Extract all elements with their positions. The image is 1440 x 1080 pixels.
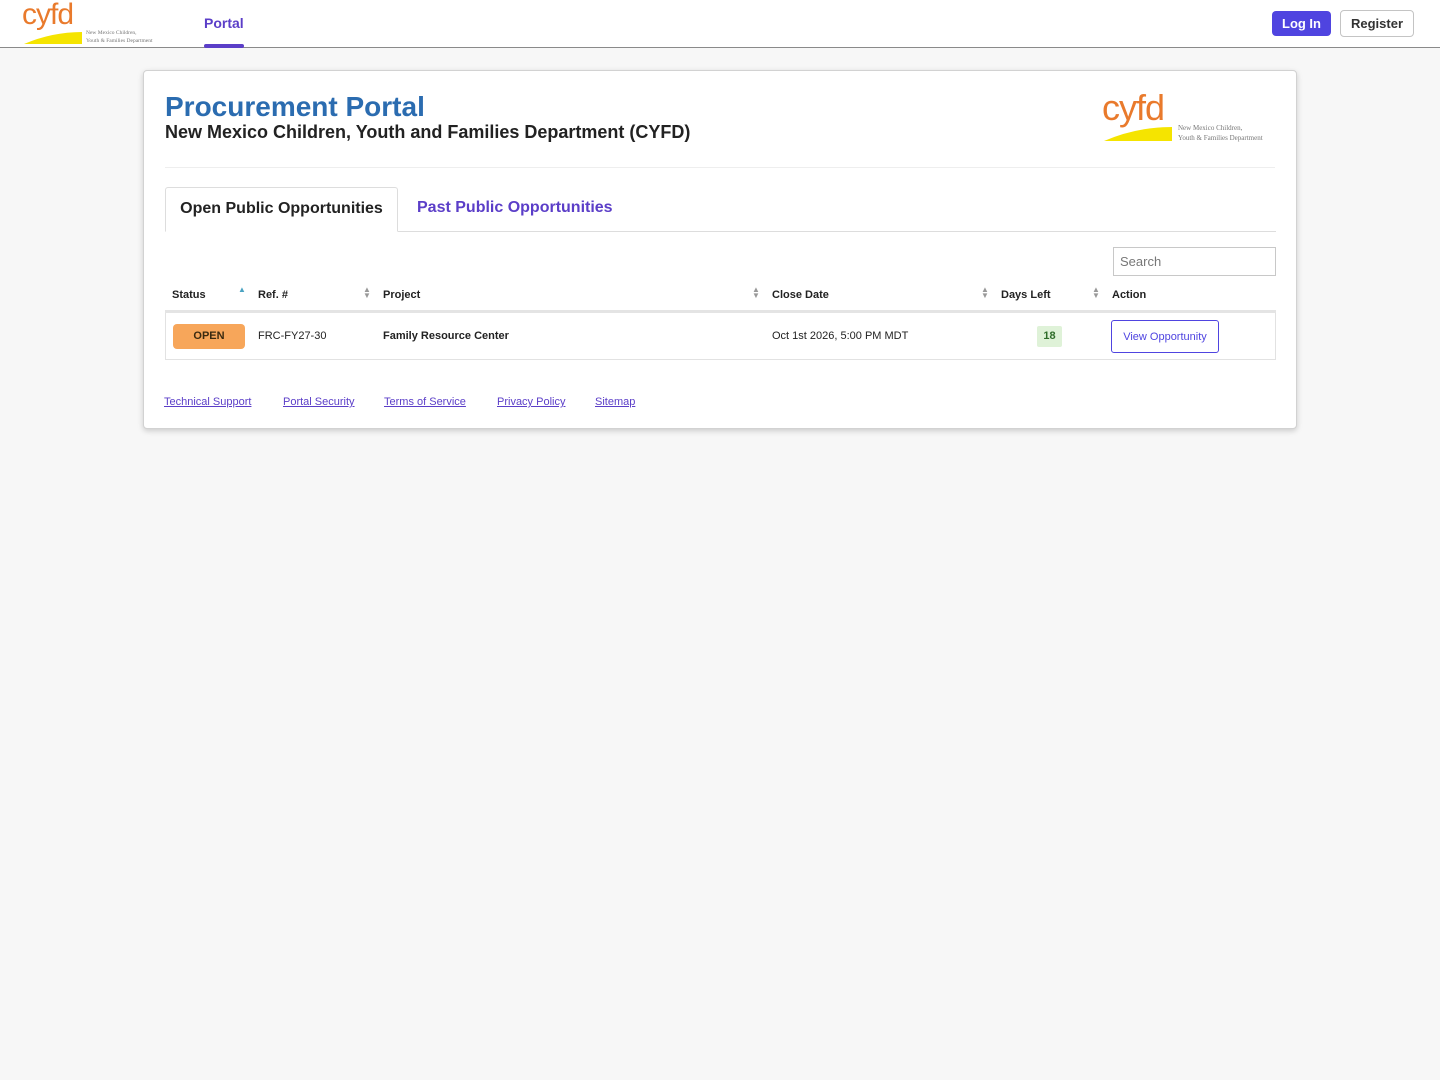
- tab-open-opportunities[interactable]: Open Public Opportunities: [165, 187, 398, 232]
- close-date-cell: Oct 1st 2026, 5:00 PM MDT: [772, 330, 909, 342]
- nav-portal-link[interactable]: Portal: [204, 15, 244, 31]
- sort-close-date-icon[interactable]: ▲ ▼: [981, 286, 989, 300]
- sort-project-icon[interactable]: ▲ ▼: [752, 286, 760, 300]
- sort-days-left-icon[interactable]: ▲ ▼: [1092, 286, 1100, 300]
- column-header-days-left[interactable]: Days Left: [1001, 289, 1051, 301]
- nav-active-indicator: [204, 44, 244, 48]
- page-subtitle: New Mexico Children, Youth and Families …: [165, 122, 691, 142]
- logo-tagline-line2: Youth & Families Department: [86, 38, 153, 44]
- project-name-cell: Family Resource Center: [383, 330, 509, 342]
- logo-tagline: New Mexico Children, Youth & Families De…: [86, 29, 153, 45]
- column-header-ref[interactable]: Ref. #: [258, 289, 288, 301]
- portal-card: Procurement Portal New Mexico Children, …: [143, 70, 1297, 429]
- logo-swoosh-large-icon: [1104, 127, 1172, 141]
- footer-link-sitemap[interactable]: Sitemap: [595, 396, 635, 408]
- logo-tagline-large-line2: Youth & Families Department: [1178, 134, 1263, 142]
- login-button[interactable]: Log In: [1272, 11, 1331, 36]
- footer-link-privacy-policy[interactable]: Privacy Policy: [497, 396, 565, 408]
- register-button[interactable]: Register: [1340, 10, 1414, 37]
- footer-link-terms-of-service[interactable]: Terms of Service: [384, 396, 466, 408]
- logo-tagline-large: New Mexico Children, Youth & Families De…: [1178, 123, 1263, 143]
- logo-wordmark: cyfd: [22, 0, 74, 31]
- ref-number-cell: FRC-FY27-30: [258, 330, 327, 342]
- column-header-close-date[interactable]: Close Date: [772, 289, 829, 301]
- tab-past-opportunities[interactable]: Past Public Opportunities: [417, 187, 613, 231]
- top-nav-bar: cyfd New Mexico Children, Youth & Famili…: [0, 0, 1440, 48]
- sort-status-icon[interactable]: ▲: [238, 286, 246, 294]
- header-divider: [165, 167, 1275, 168]
- footer-link-technical-support[interactable]: Technical Support: [164, 396, 251, 408]
- column-header-action: Action: [1112, 289, 1147, 301]
- logo-tagline-large-line1: New Mexico Children,: [1178, 124, 1243, 132]
- page-title: Procurement Portal: [165, 91, 425, 122]
- sort-ref-icon[interactable]: ▲ ▼: [363, 286, 371, 300]
- cyfd-logo[interactable]: cyfd New Mexico Children, Youth & Famili…: [22, 0, 172, 46]
- table-row: [165, 313, 1276, 360]
- footer-link-portal-security[interactable]: Portal Security: [283, 396, 355, 408]
- column-header-status[interactable]: Status: [172, 289, 206, 301]
- days-left-badge: 18: [1037, 326, 1062, 347]
- column-header-project[interactable]: Project: [383, 289, 420, 301]
- search-input[interactable]: [1113, 247, 1276, 276]
- logo-tagline-line1: New Mexico Children,: [86, 30, 137, 36]
- cyfd-logo-large: cyfd New Mexico Children, Youth & Famili…: [1102, 87, 1282, 149]
- status-badge: OPEN: [173, 324, 245, 349]
- logo-swoosh-icon: [24, 32, 82, 44]
- view-opportunity-button[interactable]: View Opportunity: [1111, 320, 1219, 353]
- logo-wordmark-large: cyfd: [1102, 87, 1165, 128]
